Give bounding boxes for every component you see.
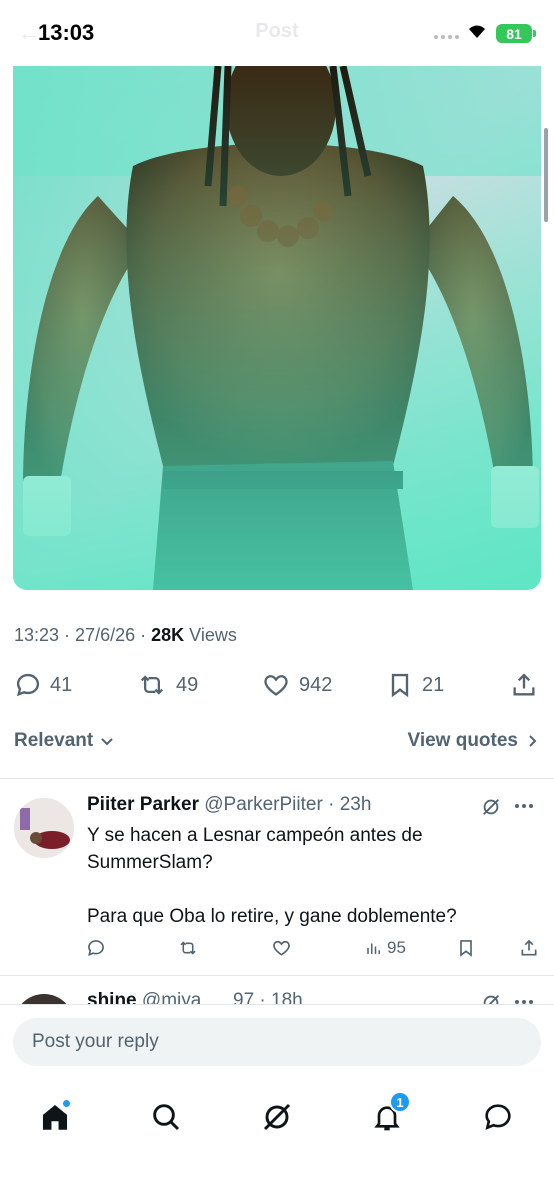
post-date: 27/6/26	[75, 625, 136, 645]
share-button[interactable]	[510, 665, 538, 705]
battery-indicator: 81	[496, 24, 536, 43]
scrollbar[interactable]	[544, 128, 548, 222]
bookmark-icon	[391, 673, 409, 698]
view-quotes-link[interactable]: View quotes	[407, 730, 540, 752]
like-icon	[264, 675, 288, 696]
post-time: 13:23	[14, 625, 60, 645]
post-meta: 13:23 · 27/6/26 · 28K Views	[14, 625, 237, 645]
view-quotes-label: View quotes	[407, 730, 518, 751]
reply-views-button[interactable]: 95	[365, 938, 406, 958]
like-icon	[273, 940, 290, 956]
reply-button[interactable]: 41	[14, 665, 72, 705]
home-badge-dot	[62, 1099, 71, 1108]
divider	[0, 778, 554, 779]
grok-icon[interactable]	[480, 796, 502, 818]
reply-actions: 95	[0, 938, 554, 962]
search-icon	[153, 1104, 180, 1131]
views-count: 28K	[151, 625, 185, 645]
more-icon[interactable]	[515, 804, 533, 808]
reply-input[interactable]	[13, 1018, 541, 1066]
reply-icon	[88, 940, 104, 957]
share-icon	[521, 939, 537, 956]
reply-header: Piiter Parker @ParkerPiiter · 23h	[87, 794, 372, 815]
reply-item[interactable]: Piiter Parker @ParkerPiiter · 23h Y se h…	[0, 780, 554, 976]
bookmark-count: 21	[422, 673, 445, 696]
reply-bookmark-button[interactable]	[456, 938, 476, 958]
tab-search[interactable]	[146, 1097, 186, 1137]
chevron-right-icon	[529, 735, 537, 747]
reply-count: 41	[50, 673, 73, 696]
reply-author-handle[interactable]: @ParkerPiiter	[204, 794, 323, 815]
chevron-down-icon	[101, 738, 113, 746]
grok-icon	[263, 1103, 291, 1131]
reply-text-line: Para que Oba lo retire, y gane doblement…	[87, 906, 457, 927]
relevant-dropdown[interactable]: Relevant	[14, 730, 115, 752]
share-icon	[513, 673, 535, 696]
tab-messages[interactable]	[478, 1097, 518, 1137]
tab-bar: 1	[0, 1089, 554, 1145]
post-image[interactable]	[13, 66, 541, 590]
reply-icon	[16, 673, 40, 697]
reply-reply-button[interactable]	[86, 938, 106, 958]
reply-share-button[interactable]	[519, 938, 539, 958]
status-bar: ← Post 13:03 81	[0, 0, 554, 66]
wifi-icon	[469, 25, 485, 38]
reply-text-line: Y se hacen a Lesnar campeón antes de Sum…	[87, 825, 423, 873]
reply-item[interactable]: shine @miya___97 · 18h	[0, 976, 554, 1006]
views-label: Views	[189, 625, 237, 645]
reply-author-name[interactable]: Piiter Parker	[87, 794, 199, 815]
reply-like-button[interactable]	[271, 938, 292, 958]
repost-icon	[180, 941, 196, 955]
tab-home[interactable]	[35, 1097, 75, 1137]
bookmark-button[interactable]: 21	[386, 665, 444, 705]
bottom-bar: 1	[0, 1004, 554, 1200]
reply-filter-row: Relevant View quotes	[14, 730, 540, 758]
reply-views-count: 95	[387, 938, 406, 957]
reply-repost-button[interactable]	[177, 938, 199, 958]
messages-icon	[485, 1104, 511, 1130]
repost-icon	[140, 675, 164, 695]
like-count: 942	[299, 673, 333, 696]
repost-button[interactable]: 49	[136, 665, 198, 705]
notifications-badge: 1	[389, 1091, 411, 1113]
tab-grok[interactable]	[257, 1097, 297, 1137]
tab-notifications[interactable]: 1	[367, 1091, 411, 1137]
avatar[interactable]	[14, 798, 74, 858]
like-button[interactable]: 942	[261, 665, 332, 705]
status-time: 13:03	[38, 20, 95, 45]
post-actions: 41 49 942 21	[0, 665, 554, 705]
relevant-label: Relevant	[14, 730, 94, 751]
reply-text: Y se hacen a Lesnar campeón antes de Sum…	[87, 822, 532, 930]
signal-icon	[434, 35, 459, 39]
reply-time: 23h	[339, 794, 372, 815]
bookmark-icon	[460, 940, 472, 957]
repost-count: 49	[176, 673, 199, 696]
views-icon	[367, 943, 380, 954]
